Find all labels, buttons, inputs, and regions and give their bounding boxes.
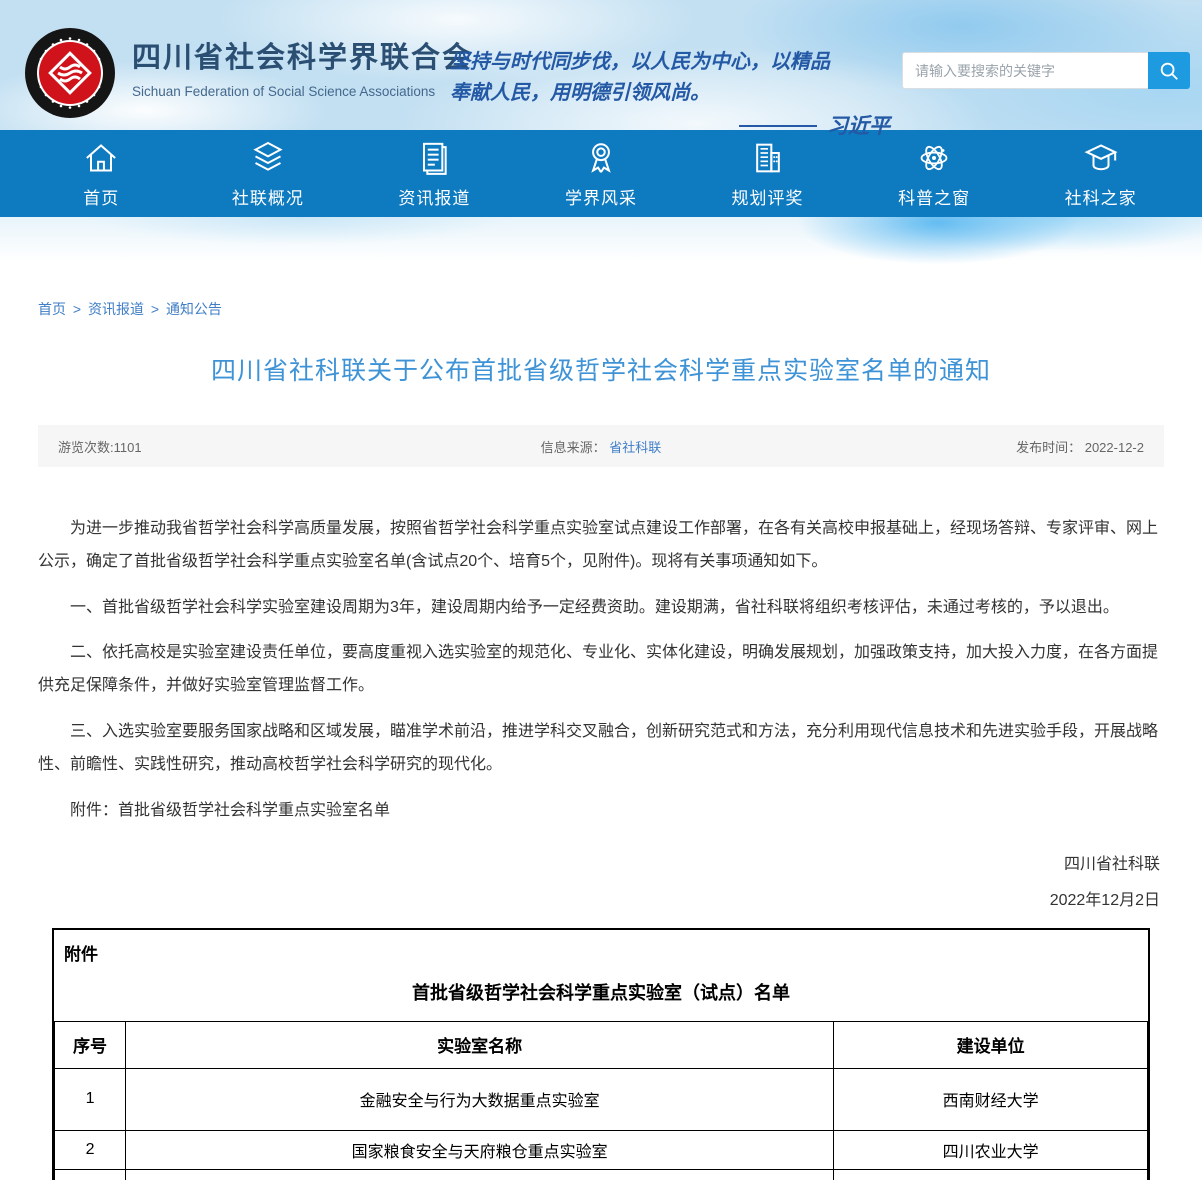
cell-lab-name: 不确定决策重点实验室 bbox=[126, 1169, 834, 1180]
table-row: 1 金融安全与行为大数据重点实验室 西南财经大学 bbox=[55, 1068, 1148, 1130]
cell-lab-name: 金融安全与行为大数据重点实验室 bbox=[126, 1068, 834, 1130]
main-content: 首页 > 资讯报道 > 通知公告 四川省社科联关于公布首批省级哲学社会科学重点实… bbox=[0, 299, 1202, 1180]
source-label: 信息来源： bbox=[541, 440, 610, 455]
attachment-table-title: 首批省级哲学社会科学重点实验室（试点）名单 bbox=[54, 979, 1148, 1005]
header-quote: 坚持与时代同步伐，以人民为中心，以精品 奉献人民，用明德引领风尚。 习近平 bbox=[450, 46, 890, 143]
nav-label: 社联概况 bbox=[232, 184, 304, 209]
nav-item-home[interactable]: 首页 bbox=[53, 138, 149, 209]
nav-item-science-window[interactable]: 科普之窗 bbox=[886, 138, 982, 209]
medal-icon bbox=[581, 138, 621, 178]
nav-label: 资讯报道 bbox=[398, 184, 470, 209]
breadcrumb: 首页 > 资讯报道 > 通知公告 bbox=[38, 299, 1164, 319]
org-name-en: Sichuan Federation of Social Science Ass… bbox=[132, 84, 473, 99]
publish-date: 发布时间： 2022-12-2 bbox=[782, 437, 1144, 456]
signature-block: 四川省社科联 2022年12月2日 bbox=[38, 847, 1164, 917]
breadcrumb-separator: > bbox=[73, 301, 81, 317]
attachment-box: 附件 首批省级哲学社会科学重点实验室（试点）名单 序号 实验室名称 建设单位 1… bbox=[52, 928, 1150, 1180]
cell-lab-name: 国家粮食安全与天府粮仓重点实验室 bbox=[126, 1130, 834, 1169]
home-icon bbox=[81, 138, 121, 178]
search-icon bbox=[1158, 60, 1180, 82]
column-header-index: 序号 bbox=[55, 1021, 126, 1068]
quote-author: 习近平 bbox=[827, 110, 890, 143]
quote-line-1: 坚持与时代同步伐，以人民为中心，以精品 bbox=[450, 46, 890, 77]
paragraph-item-2: 二、依托高校是实验室建设责任单位，要高度重视入选实验室的规范化、专业化、实体化建… bbox=[38, 637, 1164, 703]
nav-label: 首页 bbox=[83, 184, 119, 209]
breadcrumb-news[interactable]: 资讯报道 bbox=[88, 301, 144, 317]
paragraph-item-1: 一、首批省级哲学社会科学实验室建设周期为3年，建设周期内给予一定经费资助。建设期… bbox=[38, 592, 1164, 625]
view-count: 游览次数:1101 bbox=[58, 437, 420, 456]
nav-item-overview[interactable]: 社联概况 bbox=[220, 138, 316, 209]
graduation-cap-icon bbox=[1081, 138, 1121, 178]
search-input[interactable] bbox=[902, 52, 1148, 89]
nav-label: 社科之家 bbox=[1065, 184, 1137, 209]
cell-institution: 四川大学 bbox=[834, 1169, 1148, 1180]
cell-institution: 西南财经大学 bbox=[834, 1068, 1148, 1130]
cell-index: 1 bbox=[55, 1068, 126, 1130]
article-body: 为进一步推动我省哲学社会科学高质量发展，按照省哲学社会科学重点实验室试点建设工作… bbox=[38, 513, 1164, 827]
news-document-icon bbox=[414, 138, 454, 178]
nav-item-academia[interactable]: 学界风采 bbox=[553, 138, 649, 209]
sichuan-social-sciences-emblem-icon bbox=[24, 27, 116, 119]
cell-index: 2 bbox=[55, 1130, 126, 1169]
nav-item-news[interactable]: 资讯报道 bbox=[386, 138, 482, 209]
building-icon bbox=[748, 138, 788, 178]
quote-dash bbox=[739, 125, 817, 127]
column-header-institution: 建设单位 bbox=[834, 1021, 1148, 1068]
main-navigation: 首页 社联概况 资讯报道 学界风采 bbox=[0, 130, 1202, 217]
publish-value: 2022-12-2 bbox=[1085, 440, 1144, 455]
publish-label: 发布时间： bbox=[1016, 440, 1085, 455]
search-box bbox=[902, 52, 1190, 89]
table-row: 3 不确定决策重点实验室 四川大学 bbox=[55, 1169, 1148, 1180]
site-header: 四川省社会科学界联合会 Sichuan Federation of Social… bbox=[0, 0, 1202, 130]
paragraph-item-3: 三、入选实验室要服务国家战略和区域发展，瞄准学术前沿，推进学科交叉融合，创新研究… bbox=[38, 716, 1164, 782]
cell-index: 3 bbox=[55, 1169, 126, 1180]
org-logo bbox=[24, 27, 116, 119]
source-link[interactable]: 省社科联 bbox=[609, 440, 661, 455]
nav-item-social-science-home[interactable]: 社科之家 bbox=[1053, 138, 1149, 209]
source-info: 信息来源： 省社科联 bbox=[420, 437, 782, 456]
cell-institution: 四川农业大学 bbox=[834, 1130, 1148, 1169]
search-button[interactable] bbox=[1148, 52, 1190, 89]
nav-label: 规划评奖 bbox=[732, 184, 804, 209]
breadcrumb-home[interactable]: 首页 bbox=[38, 301, 66, 317]
signature-date: 2022年12月2日 bbox=[38, 883, 1160, 918]
layers-icon bbox=[248, 138, 288, 178]
nav-item-awards[interactable]: 规划评奖 bbox=[720, 138, 816, 209]
nav-label: 科普之窗 bbox=[898, 184, 970, 209]
nav-label: 学界风采 bbox=[565, 184, 637, 209]
paragraph-intro: 为进一步推动我省哲学社会科学高质量发展，按照省哲学社会科学重点实验室试点建设工作… bbox=[38, 513, 1164, 579]
org-name-zh: 四川省社会科学界联合会 bbox=[132, 34, 473, 76]
breadcrumb-separator: > bbox=[151, 301, 159, 317]
table-header-row: 序号 实验室名称 建设单位 bbox=[55, 1021, 1148, 1068]
signature-org: 四川省社科联 bbox=[38, 847, 1160, 882]
attachment-label: 附件 bbox=[54, 930, 1148, 965]
quote-line-2: 奉献人民，用明德引领风尚。 bbox=[450, 77, 890, 108]
table-row: 2 国家粮食安全与天府粮仓重点实验室 四川农业大学 bbox=[55, 1130, 1148, 1169]
labs-table: 序号 实验室名称 建设单位 1 金融安全与行为大数据重点实验室 西南财经大学 2… bbox=[54, 1021, 1148, 1180]
article-meta-bar: 游览次数:1101 信息来源： 省社科联 发布时间： 2022-12-2 bbox=[38, 425, 1164, 467]
page-title: 四川省社科联关于公布首批省级哲学社会科学重点实验室名单的通知 bbox=[38, 351, 1164, 387]
breadcrumb-notices[interactable]: 通知公告 bbox=[166, 301, 222, 317]
sky-banner-fade bbox=[0, 217, 1202, 273]
column-header-lab-name: 实验室名称 bbox=[126, 1021, 834, 1068]
atom-icon bbox=[914, 138, 954, 178]
paragraph-attachment-ref: 附件：首批省级哲学社会科学重点实验室名单 bbox=[38, 795, 1164, 828]
